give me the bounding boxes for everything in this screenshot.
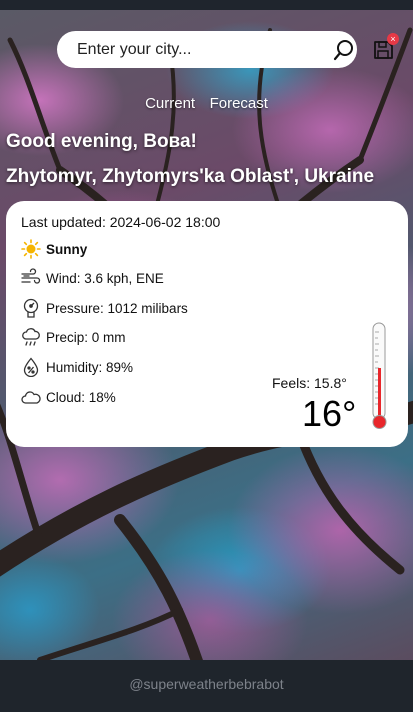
city-search-bar: × (57, 31, 399, 68)
search-icon[interactable] (333, 39, 355, 61)
footer-handle[interactable]: @superweatherbebrabot (129, 676, 283, 692)
city-search-input[interactable] (77, 40, 267, 59)
tab-forecast[interactable]: Forecast (210, 95, 268, 112)
pressure-row: Pressure: 1012 milibars (21, 298, 188, 318)
humidity-drop-icon (21, 357, 41, 378)
thermometer-icon (366, 322, 392, 434)
pressure-text: Pressure: 1012 milibars (46, 300, 188, 316)
pressure-gauge-icon (21, 298, 41, 318)
humidity-row: Humidity: 89% (21, 357, 134, 378)
location-text: Zhytomyr, Zhytomyrs'ka Oblast', Ukraine (6, 166, 375, 187)
footer: @superweatherbebrabot (0, 660, 413, 712)
saved-badge[interactable]: × (387, 33, 399, 45)
greeting-text: Good evening, Вова! (6, 131, 197, 152)
humidity-text: Humidity: 89% (46, 359, 134, 375)
precip-text: Precip: 0 mm (46, 329, 126, 345)
tab-current[interactable]: Current (145, 95, 195, 112)
cloud-text: Cloud: 18% (46, 389, 116, 405)
sun-icon (21, 239, 41, 259)
cloud-icon (21, 387, 41, 407)
feels-like-text: Feels: 15.8° (272, 375, 347, 391)
precip-row: Precip: 0 mm (21, 327, 126, 347)
wind-row: Wind: 3.6 kph, ENE (21, 268, 164, 288)
top-bar (0, 0, 413, 10)
weather-card: Last updated: 2024-06-02 18:00 Sunny Win… (6, 201, 408, 447)
wind-text: Wind: 3.6 kph, ENE (46, 270, 164, 286)
cloud-row: Cloud: 18% (21, 387, 116, 407)
last-updated: Last updated: 2024-06-02 18:00 (21, 214, 221, 230)
condition-text: Sunny (46, 241, 88, 257)
condition-row: Sunny (21, 239, 87, 259)
temperature-value: 16° (302, 393, 357, 434)
wind-icon (21, 268, 41, 288)
view-tabs: Current Forecast (0, 95, 413, 113)
rain-cloud-icon (21, 327, 41, 347)
